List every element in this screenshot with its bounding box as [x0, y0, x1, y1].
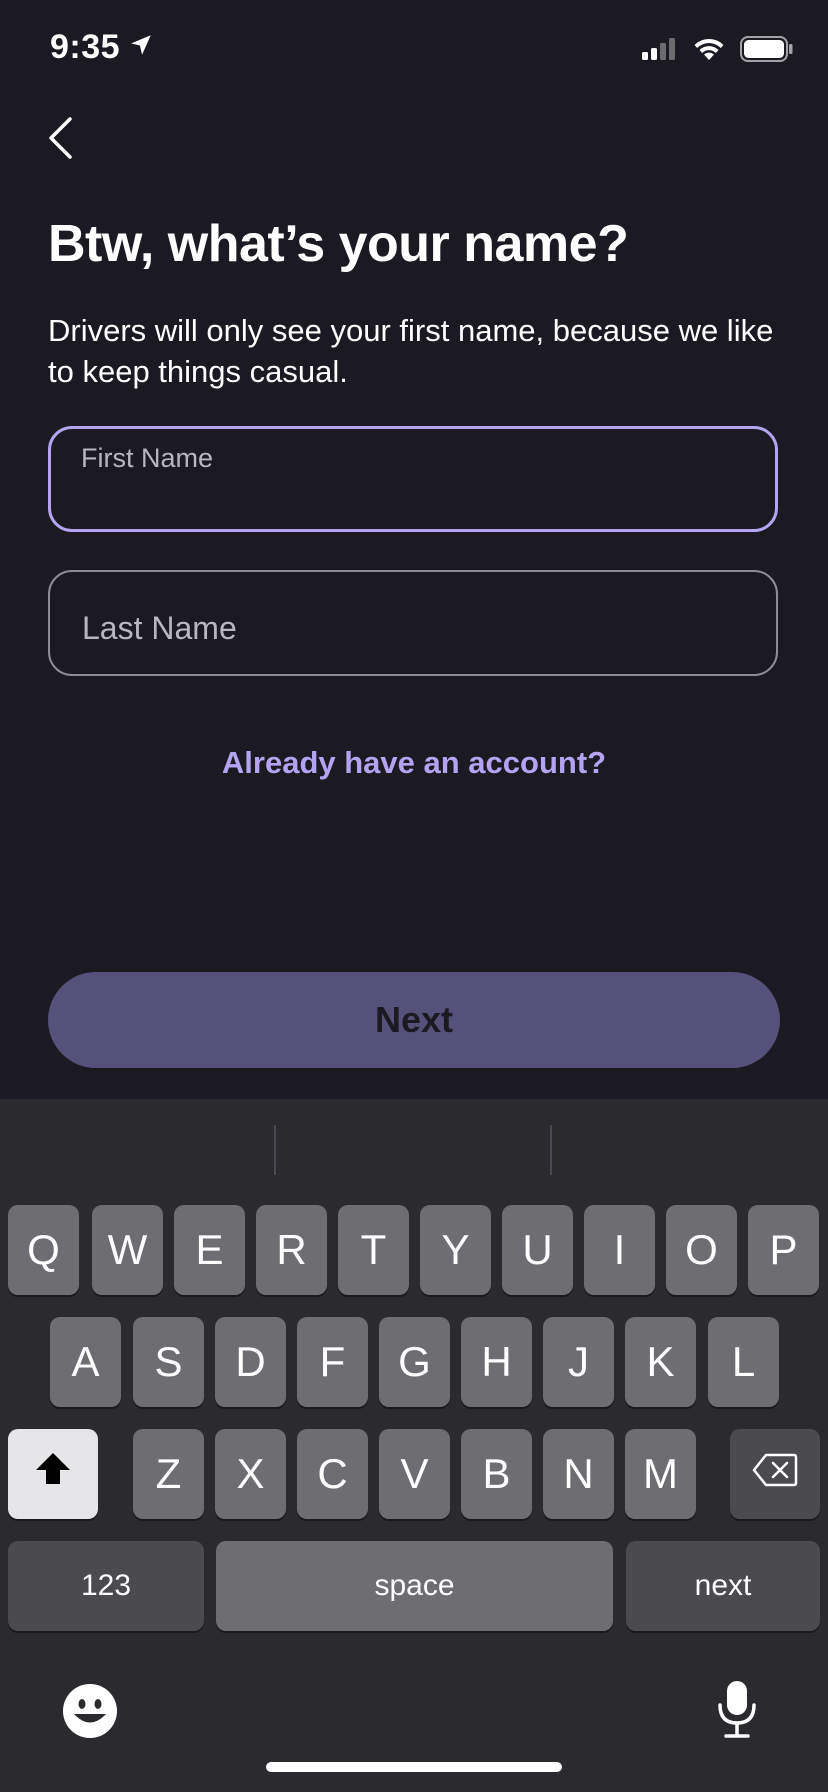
- next-key[interactable]: next: [626, 1541, 820, 1631]
- chevron-left-icon: [46, 116, 74, 165]
- first-name-input[interactable]: [81, 475, 745, 517]
- microphone-icon[interactable]: [716, 1679, 758, 1744]
- key-h[interactable]: H: [461, 1317, 532, 1407]
- first-name-field[interactable]: First Name: [48, 426, 778, 532]
- status-time: 9:35: [50, 28, 121, 66]
- key-f[interactable]: F: [297, 1317, 368, 1407]
- delete-key[interactable]: [730, 1429, 820, 1519]
- key-u[interactable]: U: [502, 1205, 573, 1295]
- key-j[interactable]: J: [543, 1317, 614, 1407]
- key-p[interactable]: P: [748, 1205, 819, 1295]
- key-b[interactable]: B: [461, 1429, 532, 1519]
- status-bar: 9:35: [0, 0, 828, 100]
- shift-icon: [33, 1449, 73, 1499]
- suggestion-divider: [274, 1125, 276, 1175]
- key-x[interactable]: X: [215, 1429, 286, 1519]
- key-k[interactable]: K: [625, 1317, 696, 1407]
- suggestion-divider: [550, 1125, 552, 1175]
- cellular-signal-icon: [642, 37, 678, 66]
- key-g[interactable]: G: [379, 1317, 450, 1407]
- next-button[interactable]: Next: [48, 972, 780, 1068]
- key-s[interactable]: S: [133, 1317, 204, 1407]
- back-button[interactable]: [38, 110, 82, 170]
- key-w[interactable]: W: [92, 1205, 163, 1295]
- shift-key[interactable]: [8, 1429, 98, 1519]
- key-z[interactable]: Z: [133, 1429, 204, 1519]
- home-indicator[interactable]: [266, 1762, 562, 1772]
- key-d[interactable]: D: [215, 1317, 286, 1407]
- first-name-label: First Name: [81, 443, 214, 473]
- already-have-account-link[interactable]: Already have an account?: [0, 745, 828, 781]
- key-n[interactable]: N: [543, 1429, 614, 1519]
- key-r[interactable]: R: [256, 1205, 327, 1295]
- page-title: Btw, what’s your name?: [48, 215, 629, 273]
- key-o[interactable]: O: [666, 1205, 737, 1295]
- numbers-key[interactable]: 123: [8, 1541, 204, 1631]
- location-arrow-icon: [128, 32, 154, 63]
- key-a[interactable]: A: [50, 1317, 121, 1407]
- last-name-placeholder: Last Name: [82, 610, 237, 646]
- keyboard: Q W E R T Y U I O P A S D F G H J K L Z …: [0, 1099, 828, 1792]
- emoji-icon[interactable]: [62, 1683, 118, 1744]
- wifi-icon: [692, 37, 726, 66]
- key-e[interactable]: E: [174, 1205, 245, 1295]
- key-y[interactable]: Y: [420, 1205, 491, 1295]
- key-v[interactable]: V: [379, 1429, 450, 1519]
- key-c[interactable]: C: [297, 1429, 368, 1519]
- space-key[interactable]: space: [216, 1541, 613, 1631]
- delete-icon: [752, 1453, 798, 1495]
- key-m[interactable]: M: [625, 1429, 696, 1519]
- status-time-group: 9:35: [50, 28, 154, 67]
- key-t[interactable]: T: [338, 1205, 409, 1295]
- status-indicators: [642, 36, 794, 67]
- key-q[interactable]: Q: [8, 1205, 79, 1295]
- battery-icon: [740, 36, 794, 67]
- page-subtitle: Drivers will only see your first name, b…: [48, 313, 774, 389]
- key-l[interactable]: L: [708, 1317, 779, 1407]
- last-name-field[interactable]: Last Name: [48, 570, 778, 676]
- key-i[interactable]: I: [584, 1205, 655, 1295]
